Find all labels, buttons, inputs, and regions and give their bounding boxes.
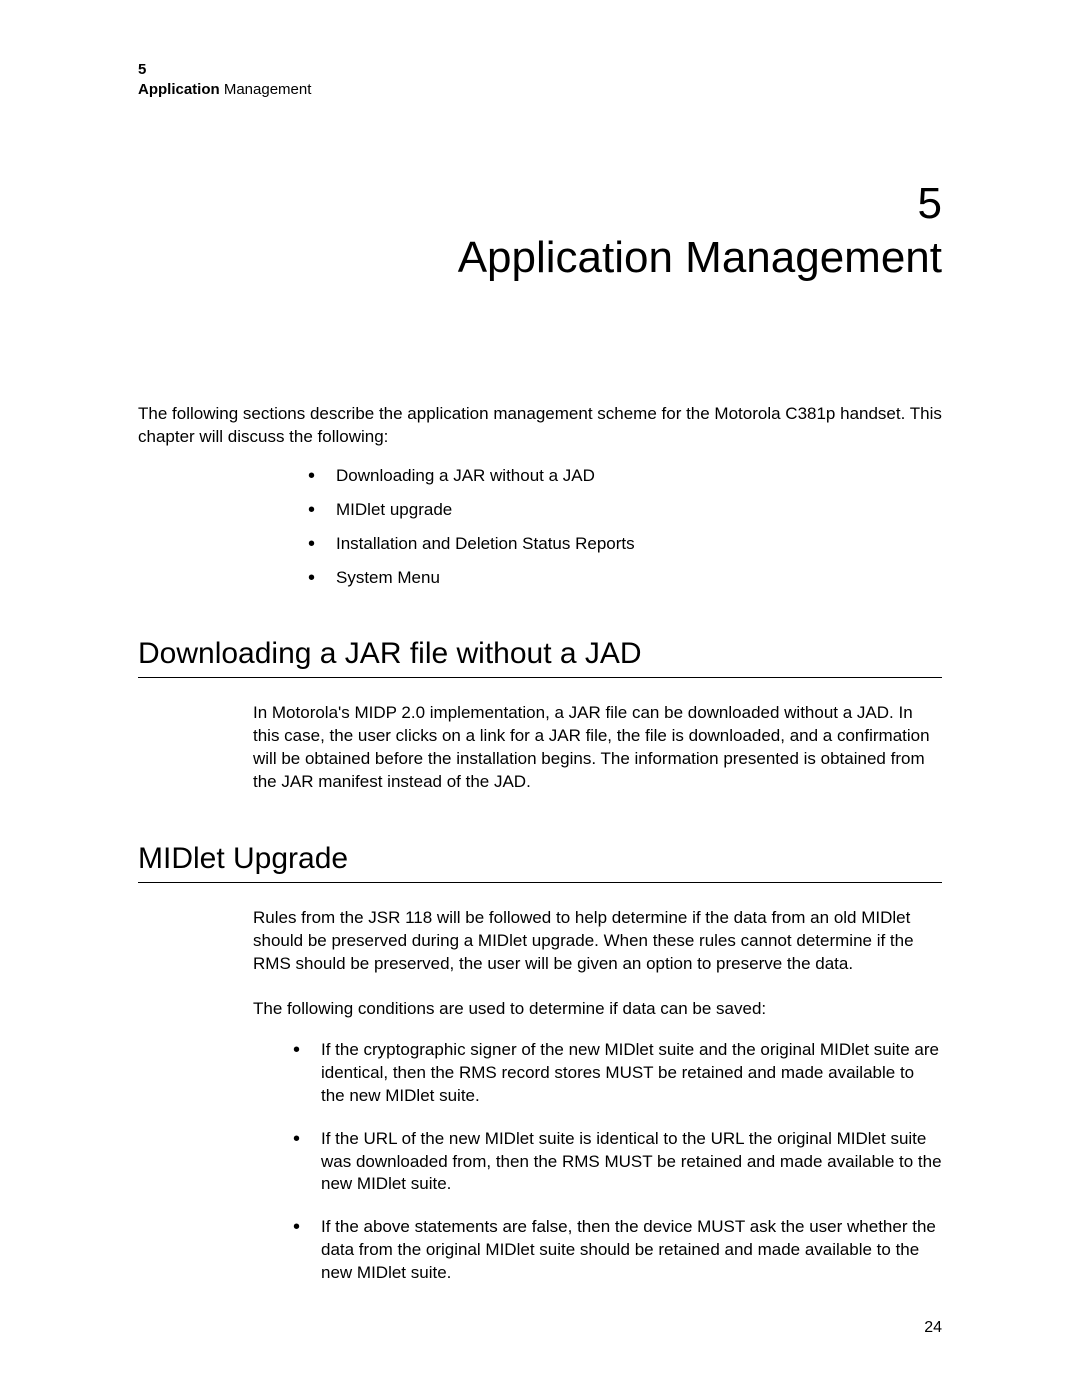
list-item: If the URL of the new MIDlet suite is id… [293,1128,942,1197]
intro-bullet-list: Downloading a JAR without a JAD MIDlet u… [138,465,942,589]
chapter-title: Application Management [138,233,942,283]
running-header-chapter-number: 5 [138,60,942,80]
list-item: Installation and Deletion Status Reports [308,533,942,555]
section-body: Rules from the JSR 118 will be followed … [253,907,942,1285]
intro-paragraph: The following sections describe the appl… [138,403,942,449]
paragraph: In Motorola's MIDP 2.0 implementation, a… [253,702,942,794]
section-heading: MIDlet Upgrade [138,842,942,883]
section-bullet-list: If the cryptographic signer of the new M… [253,1039,942,1285]
list-item: MIDlet upgrade [308,499,942,521]
document-page: 5 Application Management 5 Application M… [0,0,1080,1397]
running-header: 5 Application Management [138,60,942,99]
list-item: If the cryptographic signer of the new M… [293,1039,942,1108]
list-item: Downloading a JAR without a JAD [308,465,942,487]
paragraph: The following conditions are used to det… [253,998,942,1021]
section-body: In Motorola's MIDP 2.0 implementation, a… [253,702,942,794]
chapter-number: 5 [138,179,942,229]
running-header-chapter-title: Application Management [138,80,942,100]
section-heading: Downloading a JAR file without a JAD [138,637,942,678]
list-item: If the above statements are false, then … [293,1216,942,1285]
running-header-title-bold: Application [138,81,220,98]
page-number: 24 [924,1319,942,1337]
list-item: System Menu [308,567,942,589]
running-header-title-rest: Management [220,81,312,98]
paragraph: Rules from the JSR 118 will be followed … [253,907,942,976]
